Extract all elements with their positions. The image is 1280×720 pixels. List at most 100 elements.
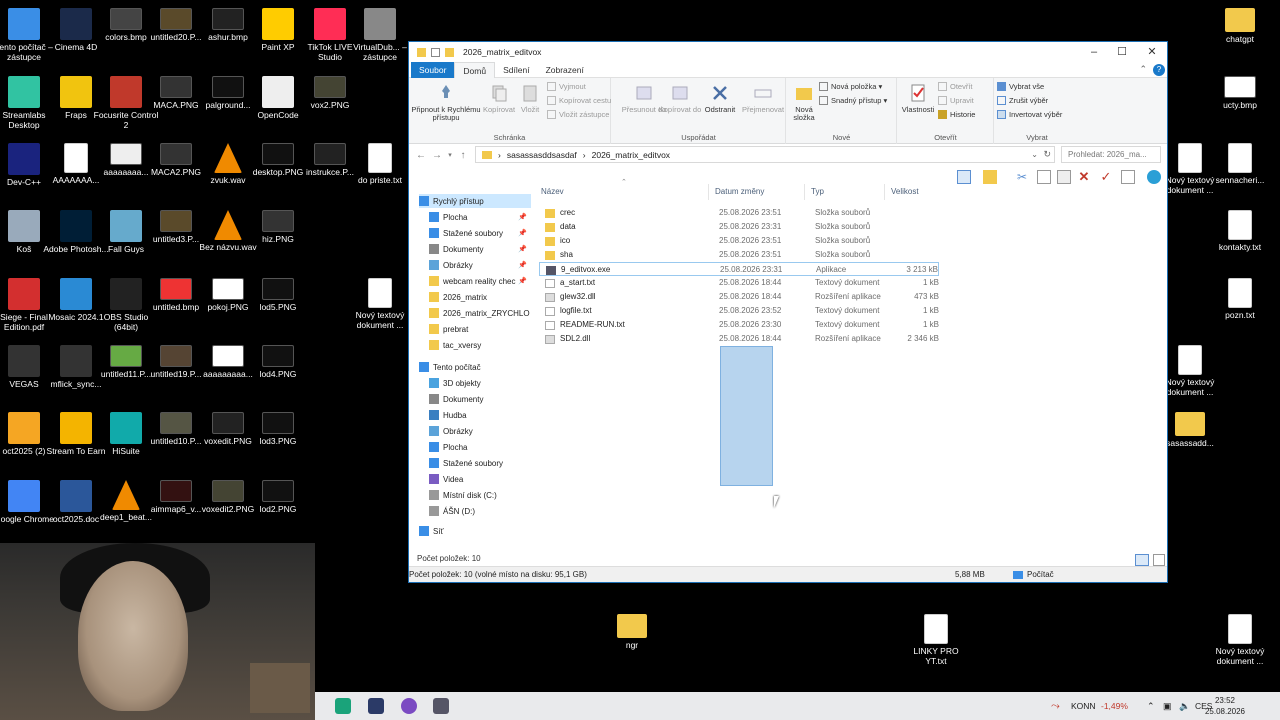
taskbar-app-icon[interactable] [335, 698, 351, 714]
desktop-icon[interactable]: kontakty.txt [1206, 206, 1274, 272]
nav-quick-access[interactable]: Rychlý přístup [419, 194, 531, 208]
clock[interactable]: 23:52 25.08.2026 [1201, 695, 1249, 717]
taskbar-app-icon[interactable] [368, 698, 384, 714]
properties-quick-icon[interactable] [431, 47, 440, 57]
desktop-icon[interactable]: Nový textový dokument ... [346, 274, 414, 340]
nav-item[interactable]: Plocha 📌 [429, 210, 531, 224]
column-header-type[interactable]: Typ [805, 184, 885, 200]
delete-button[interactable]: Odstranit [700, 82, 740, 114]
network-icon[interactable]: ▣ [1163, 692, 1172, 720]
properties-button[interactable]: Vlastnosti [900, 82, 936, 114]
tab-file[interactable]: Soubor [411, 61, 455, 78]
copy-button[interactable]: Kopírovat [479, 82, 519, 114]
copy-to-button[interactable]: Kopírovat do [656, 82, 704, 114]
nav-item[interactable]: webcam reality chec 📌 [429, 274, 531, 288]
desktop-icon[interactable]: lod4.PNG [244, 341, 312, 407]
desktop-icon[interactable]: pozn.txt [1206, 274, 1274, 340]
file-row[interactable]: sha 25.08.2026 23:51 Složka souborů [539, 248, 939, 262]
taskbar-app-icon[interactable] [433, 698, 449, 714]
folder-dropdown-icon[interactable] [983, 170, 997, 184]
desktop-icon[interactable]: lod3.PNG [244, 408, 312, 474]
edit-button[interactable]: Upravit [938, 96, 974, 105]
nav-item[interactable]: tac_xversy [429, 338, 531, 352]
collapse-ribbon-icon[interactable]: ⌃ [1139, 64, 1147, 75]
tab-share[interactable]: Sdílení [495, 62, 537, 78]
file-row[interactable]: 9_editvox.exe 25.08.2026 23:31 Aplikace 3 2… [539, 262, 939, 276]
column-header-date[interactable]: Datum změny [709, 184, 805, 200]
easy-access-button[interactable]: Snadný přístup ▾ [819, 96, 887, 105]
recent-dropdown-icon[interactable]: ▾ [445, 151, 455, 159]
file-row[interactable]: logfile.txt 25.08.2026 23:52 Textový dokum… [539, 304, 939, 318]
nav-item[interactable]: Obrázky 📌 [429, 258, 531, 272]
file-row[interactable]: ico 25.08.2026 23:51 Složka souborů [539, 234, 939, 248]
file-row[interactable]: a_start.txt 25.08.2026 18:44 Textový dokum… [539, 276, 939, 290]
nav-pc-item[interactable]: Hudba [429, 408, 531, 422]
nav-network[interactable]: Síť [419, 524, 531, 538]
delete-x-icon[interactable]: ✕ [1077, 170, 1091, 184]
desktop-icon[interactable]: vox2.PNG [296, 72, 364, 138]
volume-icon[interactable]: 🔈 [1179, 692, 1190, 720]
details-view-icon[interactable] [1135, 554, 1149, 566]
desktop-icon[interactable]: ngr [598, 610, 666, 676]
layout-icon[interactable] [957, 170, 971, 184]
nav-pc-item[interactable]: Dokumenty [429, 392, 531, 406]
invert-selection-button[interactable]: Invertovat výběr [997, 110, 1062, 119]
desktop-icon[interactable]: ucty.bmp [1206, 72, 1274, 138]
address-box[interactable]: › sasassasddsasdaf › 2026_matrix_editvox… [475, 146, 1055, 163]
nav-item[interactable]: Stažené soubory 📌 [429, 226, 531, 240]
cut-button[interactable]: Vyjmout [547, 82, 586, 91]
maximize-button[interactable]: ☐ [1107, 44, 1137, 60]
nav-pc-item[interactable]: Místní disk (C:) [429, 488, 531, 502]
desktop-icon[interactable]: LINKY PRO YT.txt [902, 610, 970, 676]
breadcrumb-current[interactable]: 2026_matrix_editvox [592, 150, 670, 160]
nav-pc-item[interactable]: Obrázky [429, 424, 531, 438]
tab-view[interactable]: Zobrazení [538, 62, 592, 78]
stock-change[interactable]: -1,49% [1101, 692, 1128, 720]
nav-pc-item[interactable]: Videa [429, 472, 531, 486]
desktop-icon[interactable]: chatgpt [1206, 4, 1274, 70]
address-dropdown-icon[interactable]: ⌄ [1031, 150, 1038, 159]
copy-icon[interactable] [1037, 170, 1051, 184]
desktop-icon[interactable]: VirtualDub... – zástupce [346, 4, 414, 70]
nav-pc-item[interactable]: ÁŠN (D:) [429, 504, 531, 518]
desktop-icon[interactable]: hiz.PNG [244, 206, 312, 272]
new-folder-quick-icon[interactable] [445, 47, 454, 57]
refresh-icon[interactable]: ↻ [1043, 149, 1051, 160]
nav-item[interactable]: Dokumenty 📌 [429, 242, 531, 256]
back-arrow-icon[interactable]: ← [413, 150, 429, 161]
close-button[interactable]: ✕ [1137, 44, 1167, 60]
rename-icon[interactable] [1121, 170, 1135, 184]
show-hidden-icons-icon[interactable]: ⌃ [1147, 692, 1155, 720]
desktop-icon[interactable]: lod5.PNG [244, 274, 312, 340]
file-row[interactable]: data 25.08.2026 23:31 Složka souborů [539, 220, 939, 234]
paste-icon[interactable] [1057, 170, 1071, 184]
select-none-button[interactable]: Zrušit výběr [997, 96, 1048, 105]
copy-path-button[interactable]: Kopírovat cestu [547, 96, 611, 105]
nav-pc-item[interactable]: Plocha [429, 440, 531, 454]
file-row[interactable]: glew32.dll 25.08.2026 18:44 Rozšíření apli… [539, 290, 939, 304]
large-icons-view-icon[interactable] [1153, 554, 1165, 566]
taskbar-app-icon[interactable] [401, 698, 417, 714]
open-button[interactable]: Otevřít [938, 82, 973, 91]
nav-item[interactable]: 2026_matrix [429, 290, 531, 304]
desktop-icon[interactable]: lod2.PNG [244, 476, 312, 542]
desktop-icon[interactable]: sennacheri... [1206, 139, 1274, 205]
desktop-icon[interactable]: Nový textový dokument ... [1206, 610, 1274, 676]
new-folder-button[interactable]: Nová složka [789, 82, 819, 122]
desktop-icon[interactable]: do priste.txt [346, 139, 414, 205]
new-item-button[interactable]: Nová položka ▾ [819, 82, 882, 91]
nav-item[interactable]: 2026_matrix_ZRYCHLO [429, 306, 531, 320]
forward-arrow-icon[interactable]: → [429, 150, 445, 161]
pin-quick-access-button[interactable]: Připnout k Rychlému přístupu [411, 82, 481, 122]
nav-pc-item[interactable]: Stažené soubory [429, 456, 531, 470]
column-header-name[interactable]: Název [535, 184, 709, 200]
search-input[interactable]: Prohledat: 2026_ma... [1061, 146, 1161, 163]
history-button[interactable]: Historie [938, 110, 975, 119]
help-icon[interactable]: ? [1153, 64, 1165, 76]
globe-icon[interactable] [1147, 170, 1161, 184]
rename-button[interactable]: Přejmenovat [740, 82, 786, 114]
nav-item[interactable]: prebrat [429, 322, 531, 336]
breadcrumb-parent[interactable]: sasassasddsasdaf [507, 150, 577, 160]
column-header-size[interactable]: Velikost [885, 184, 941, 200]
file-row[interactable]: SDL2.dll 25.08.2026 18:44 Rozšíření aplika… [539, 332, 939, 346]
